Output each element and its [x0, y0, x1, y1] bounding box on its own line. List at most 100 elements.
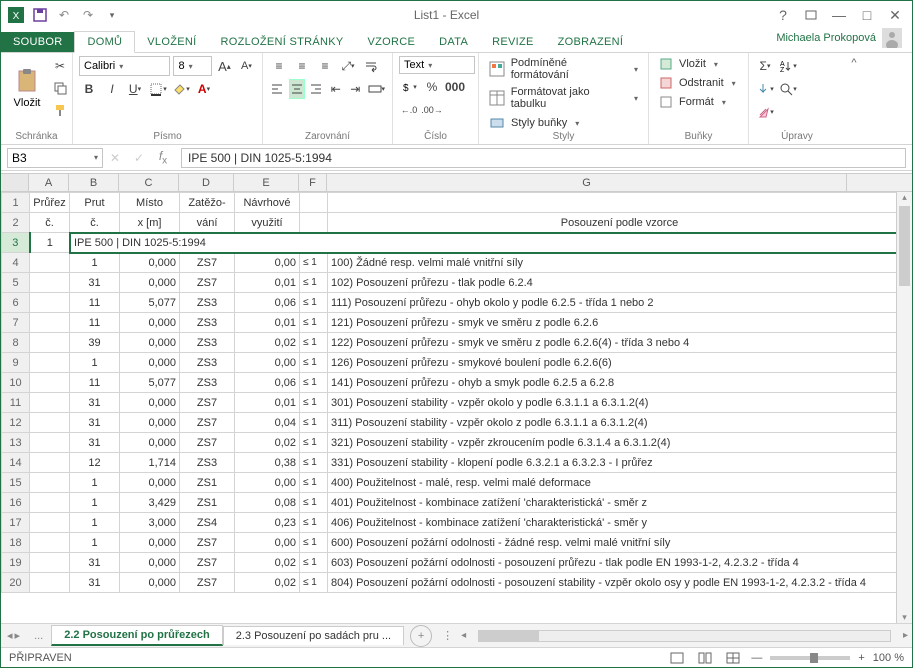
copy-icon[interactable] [50, 78, 70, 98]
cell[interactable]: 11 [70, 293, 120, 313]
cell[interactable]: 0,01 [235, 273, 300, 293]
cell[interactable]: ZS1 [180, 473, 235, 493]
cell[interactable]: 0,000 [120, 253, 180, 273]
cell[interactable]: ≤ 1 [300, 513, 328, 533]
cell[interactable]: 39 [70, 333, 120, 353]
cell[interactable]: 0,000 [120, 573, 180, 593]
cell[interactable]: 31 [70, 413, 120, 433]
cell[interactable]: ≤ 1 [300, 473, 328, 493]
cell[interactable]: 122) Posouzení průřezu - smyk ve směru z… [328, 333, 912, 353]
tab-last-icon[interactable]: ▸ [15, 629, 21, 642]
cell[interactable] [328, 193, 912, 213]
cell[interactable]: ZS7 [180, 273, 235, 293]
delete-cells-button[interactable]: Odstranit▾ [655, 75, 742, 91]
cell[interactable]: 301) Posouzení stability - vzpěr okolo y… [328, 393, 912, 413]
underline-icon[interactable]: U▾ [125, 79, 145, 99]
cell[interactable]: ≤ 1 [300, 553, 328, 573]
number-format-combo[interactable]: Text▾ [399, 56, 475, 74]
cell[interactable]: 0,000 [120, 333, 180, 353]
cell[interactable]: 1 [70, 473, 120, 493]
cell[interactable]: 0,02 [235, 553, 300, 573]
cell[interactable]: 1 [70, 513, 120, 533]
undo-icon[interactable]: ↶ [53, 4, 75, 26]
cell[interactable]: 0,01 [235, 313, 300, 333]
align-center-icon[interactable] [289, 79, 306, 99]
currency-icon[interactable]: $▾ [399, 77, 419, 97]
border-icon[interactable]: ▾ [148, 79, 168, 99]
align-left-icon[interactable] [269, 79, 286, 99]
tab-data[interactable]: DATA [427, 32, 480, 52]
row-header[interactable]: 7 [2, 313, 30, 333]
cell[interactable] [30, 473, 70, 493]
cell[interactable]: 0,00 [235, 533, 300, 553]
cell[interactable]: 603) Posouzení požární odolnosti - posou… [328, 553, 912, 573]
cell[interactable]: ≤ 1 [300, 293, 328, 313]
vertical-scrollbar[interactable]: ▴ ▾ [896, 192, 912, 623]
row-header[interactable]: 3 [2, 233, 30, 253]
view-break-icon[interactable] [723, 648, 743, 668]
fill-color-icon[interactable]: ▾ [171, 79, 191, 99]
cell[interactable]: 12 [70, 453, 120, 473]
inc-decimal-icon[interactable]: ←.0 [399, 100, 419, 120]
row-header[interactable]: 14 [2, 453, 30, 473]
cell[interactable] [30, 293, 70, 313]
cell[interactable]: ZS7 [180, 433, 235, 453]
cell[interactable]: ZS3 [180, 373, 235, 393]
cell[interactable]: ZS3 [180, 313, 235, 333]
cell[interactable] [30, 413, 70, 433]
cell[interactable]: ZS3 [180, 353, 235, 373]
maximize-icon[interactable]: □ [854, 4, 880, 26]
inc-indent-icon[interactable]: ⇥ [347, 79, 364, 99]
comma-icon[interactable]: 000 [445, 77, 465, 97]
cell[interactable]: Návrhové [235, 193, 300, 213]
cell[interactable]: 1 [70, 533, 120, 553]
cell[interactable]: ZS7 [180, 573, 235, 593]
tab-file[interactable]: SOUBOR [1, 32, 74, 52]
cell[interactable]: 3,429 [120, 493, 180, 513]
cell[interactable]: 321) Posouzení stability - vzpěr zkrouce… [328, 433, 912, 453]
format-table-button[interactable]: Formátovat jako tabulku▾ [485, 85, 642, 111]
cell[interactable]: 311) Posouzení stability - vzpěr okolo z… [328, 413, 912, 433]
cell[interactable]: ZS4 [180, 513, 235, 533]
grow-font-icon[interactable]: A▴ [215, 56, 234, 76]
help-icon[interactable]: ? [770, 4, 796, 26]
cell[interactable]: 111) Posouzení průřezu - ohyb okolo y po… [328, 293, 912, 313]
ribbon-opts-icon[interactable] [798, 4, 824, 26]
cell[interactable]: ≤ 1 [300, 573, 328, 593]
cell[interactable]: 406) Použitelnost - kombinace zatížení '… [328, 513, 912, 533]
cell[interactable]: Místo [120, 193, 180, 213]
zoom-slider[interactable] [770, 656, 850, 660]
cell[interactable] [300, 193, 328, 213]
cell[interactable]: ≤ 1 [300, 353, 328, 373]
accept-formula-icon[interactable]: ✓ [127, 151, 151, 165]
cell[interactable]: 0,06 [235, 293, 300, 313]
zoom-in-icon[interactable]: + [858, 652, 864, 664]
insert-cells-button[interactable]: Vložit▾ [655, 56, 742, 72]
align-top-icon[interactable]: ≡ [269, 56, 289, 76]
cell[interactable]: 100) Žádné resp. velmi malé vnitřní síly [328, 253, 912, 273]
cell[interactable] [30, 453, 70, 473]
autosum-icon[interactable]: Σ▾ [755, 56, 775, 76]
cell[interactable]: ZS3 [180, 453, 235, 473]
cell[interactable]: 31 [70, 433, 120, 453]
cell[interactable]: 0,02 [235, 433, 300, 453]
cell[interactable]: 1 [30, 233, 70, 253]
tab-first-icon[interactable]: ◂ [7, 629, 13, 642]
cell[interactable]: ≤ 1 [300, 533, 328, 553]
cell[interactable]: 0,000 [120, 313, 180, 333]
cond-format-button[interactable]: Podmíněné formátování▾ [485, 56, 642, 82]
col-header-C[interactable]: C [119, 174, 179, 191]
cell[interactable]: ≤ 1 [300, 373, 328, 393]
cell[interactable]: 0,000 [120, 273, 180, 293]
cell[interactable] [30, 433, 70, 453]
cell-selected[interactable]: IPE 500 | DIN 1025-5:1994 [70, 233, 912, 253]
cell[interactable]: 0,000 [120, 433, 180, 453]
sheet-tab-2[interactable]: 2.3 Posouzení po sadách pru ... [223, 626, 404, 645]
sort-filter-icon[interactable]: AZ▾ [778, 56, 798, 76]
collapse-ribbon-icon[interactable]: ^ [845, 53, 863, 144]
tab-formulas[interactable]: VZORCE [356, 32, 428, 52]
tab-layout[interactable]: ROZLOŽENÍ STRÁNKY [208, 32, 355, 52]
row-header[interactable]: 8 [2, 333, 30, 353]
cell[interactable]: ZS7 [180, 393, 235, 413]
qat-custom-icon[interactable]: ▾ [101, 4, 123, 26]
